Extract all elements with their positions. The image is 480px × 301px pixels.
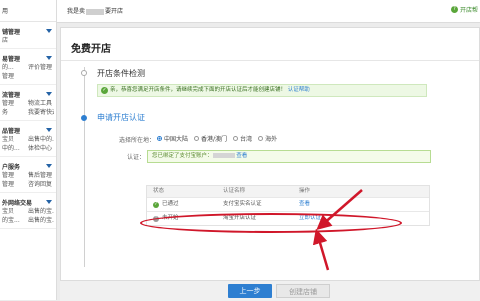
notice-text: 亲，恭喜您满足开店条件，请继续完成下面的开店认证后才能创建店铺！ [110,87,287,93]
sidebar-group-overseas[interactable]: 外网络交易 宝贝出售的宝... 的宝...出售的宝... [0,193,56,229]
blurred-account [212,153,235,158]
footer-bar: 上一步 创建店铺 [60,280,480,301]
sidebar-link[interactable]: 宝贝 [2,135,28,144]
table-row: ✓ 已通过 支付宝实名认证 查看 [147,197,429,211]
sidebar-link[interactable]: 咨询回复 [28,180,54,189]
sidebar-group-customer[interactable]: 户服务 管理 售后管理 管理 咨询回复 [0,157,56,193]
greet-prefix: 我是卖 [67,8,86,15]
sidebar: 用 铺管理 店 易管理 的... 评价管理 管理 流管理 管理 物流工具 务我要寄快… [0,0,57,300]
check-circle-icon: ✓ [101,87,108,94]
sidebar-link[interactable]: 售后管理 [28,171,54,180]
sidebar-group-title[interactable]: 流管理 [2,90,20,99]
row-name: 支付宝实名认证 [223,201,262,207]
step-title-apply: 申请开店认证 [97,113,145,122]
help-link-cert[interactable]: 认证帮助 [288,87,310,93]
chevron-down-icon[interactable] [46,92,52,96]
sidebar-group-title[interactable]: 品管理 [2,126,20,135]
sidebar-link[interactable]: 务 [2,108,28,117]
sidebar-group-store[interactable]: 铺管理 店 [0,22,56,49]
divider [61,60,479,61]
sidebar-link[interactable]: 评价管理 [28,63,54,72]
radio-hk-macao[interactable]: 香港/澳门 [194,134,227,143]
chevron-down-icon[interactable] [46,56,52,60]
sidebar-link[interactable]: 物流工具 [28,99,54,108]
chevron-down-icon[interactable] [46,164,52,168]
main-panel: 免费开店 开店条件检测 ✓ 亲，恭喜您满足开店条件，请继续完成下面的开店认证后才… [60,27,480,300]
step-dot-1 [81,70,87,76]
sidebar-link[interactable]: 出售中的... [28,135,54,144]
radio-label[interactable]: 香港/澳门 [201,134,227,143]
sidebar-link[interactable]: 管理 [2,180,28,189]
chevron-down-icon[interactable] [46,128,52,132]
radio-selected-icon[interactable] [157,136,162,141]
sidebar-link[interactable]: 宝贝 [2,207,28,216]
help-label[interactable]: 开店帮 [460,5,478,14]
sidebar-link[interactable]: 中的... [2,144,28,153]
view-link[interactable]: 查看 [299,198,359,211]
radio-overseas[interactable]: 海外 [258,134,277,143]
help-icon[interactable]: ? [450,6,458,13]
sidebar-link[interactable]: 我要寄快递 [28,108,54,117]
sidebar-group-title[interactable]: 易管理 [2,54,20,63]
location-label: 选择所在地： [119,137,156,144]
sidebar-group-trade[interactable]: 易管理 的... 评价管理 管理 [0,49,56,85]
chevron-down-icon[interactable] [46,29,52,33]
sidebar-link[interactable]: 体检中心 [28,144,54,153]
radio-label[interactable]: 海外 [265,134,277,143]
sidebar-link[interactable]: 店 [2,36,28,45]
radio-taiwan[interactable]: 台湾 [233,134,252,143]
sidebar-group-goods[interactable]: 品管理 宝贝出售中的... 中的...体检中心 [0,121,56,157]
page-title: 免费开店 [71,44,111,55]
radio-icon[interactable] [233,136,239,141]
sidebar-group-logistics[interactable]: 流管理 管理物流工具 务我要寄快递 [0,85,56,121]
greet-suffix: 要开店 [105,8,124,15]
cert-text: 您已绑定了支付宝账户： [152,153,213,159]
sidebar-group-title[interactable]: 户服务 [2,162,20,171]
highlight-oval [140,213,402,233]
sidebar-top: 用 [0,0,56,22]
success-notice: ✓ 亲，恭喜您满足开店条件，请继续完成下面的开店认证后才能创建店铺！ 认证帮助 [97,84,427,97]
header-name: 认证名称 [223,188,246,194]
sidebar-group-title[interactable]: 外网络交易 [2,198,32,207]
row-status: 已通过 [162,201,179,207]
step-timeline [84,67,85,267]
view-account-link[interactable]: 查看 [236,153,247,159]
location-radio-group[interactable]: 中国大陆 香港/澳门 台湾 海外 [157,134,277,143]
prev-step-button[interactable]: 上一步 [228,284,272,298]
sidebar-link[interactable]: 的宝... [2,216,28,225]
sidebar-link[interactable]: 的... [2,63,28,72]
check-circle-icon: ✓ [153,201,159,208]
step-title-check: 开店条件检测 [97,69,145,78]
sidebar-group-title[interactable]: 铺管理 [2,27,20,36]
sidebar-link[interactable]: 出售的宝... [28,216,54,225]
sidebar-link[interactable]: 管理 [2,99,28,108]
cert-label: 认证： [127,154,146,161]
radio-label[interactable]: 中国大陆 [164,134,188,143]
step-dot-2 [81,115,87,121]
chevron-down-icon[interactable] [46,200,52,204]
radio-icon[interactable] [194,136,200,141]
help-link[interactable]: ? 开店帮 [450,5,478,14]
sidebar-link[interactable]: 管理 [2,171,28,180]
header-status: 状态 [153,188,165,194]
breadcrumb: 我是卖 要开店 [67,6,123,15]
header-action: 操作 [299,188,311,194]
table-header: 状态 认证名称 操作 [147,186,429,197]
top-bar: 我是卖 要开店 ? 开店帮 [57,0,480,23]
radio-label[interactable]: 台湾 [240,134,252,143]
radio-mainland[interactable]: 中国大陆 [157,134,188,143]
blurred-username [86,8,105,15]
sidebar-link[interactable]: 管理 [2,72,28,81]
sidebar-link[interactable]: 出售的宝... [28,207,54,216]
radio-icon[interactable] [258,136,264,141]
create-store-button[interactable]: 创建店铺 [276,284,330,298]
alipay-bound-notice: 您已绑定了支付宝账户： 查看 [147,150,431,163]
